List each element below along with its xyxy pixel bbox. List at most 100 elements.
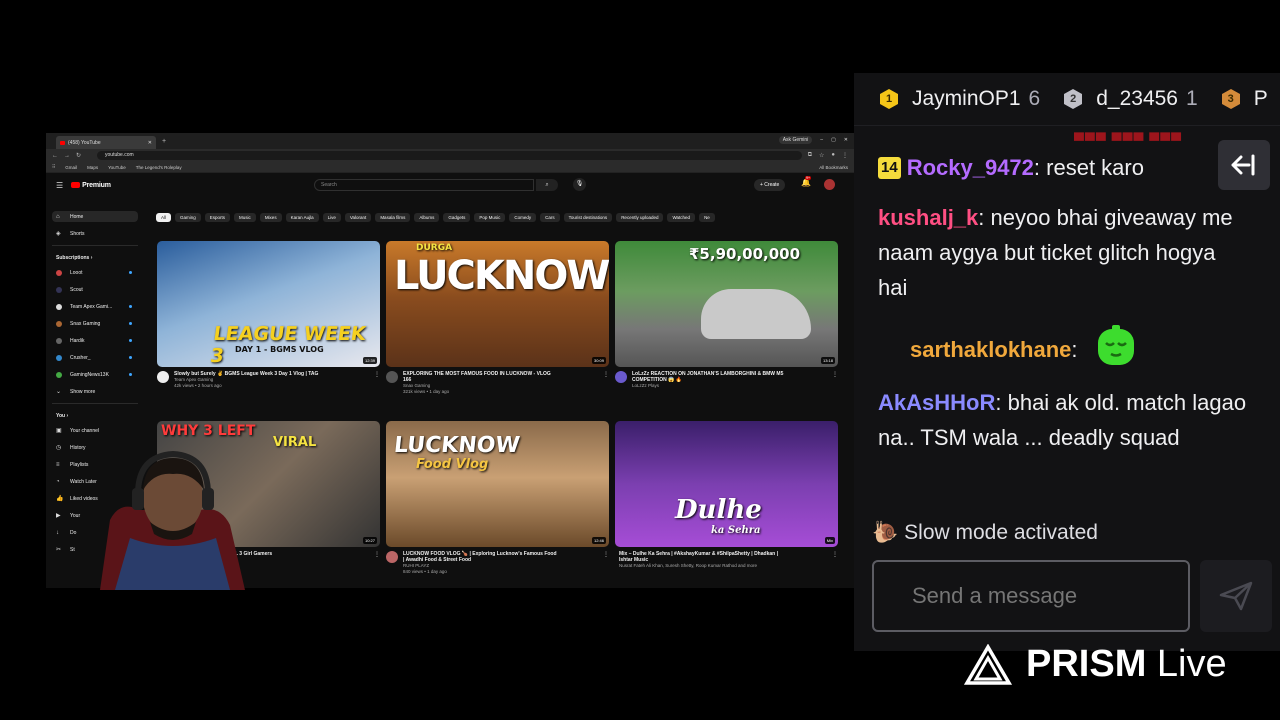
chip[interactable]: Recently uploaded <box>616 213 664 222</box>
clock-icon: ◔ <box>56 478 60 485</box>
chat-username[interactable]: AkAsHHoR <box>878 390 995 415</box>
video-title[interactable]: EXPLORING THE MOST FAMOUS FOOD IN LUCKNO… <box>403 371 551 377</box>
video-thumbnail[interactable]: DURGA LUCKNOW 30:09 <box>386 241 609 367</box>
sidebar-item-home[interactable]: ⌂ Home <box>52 211 138 222</box>
subscription-item[interactable]: Crusher_ <box>52 352 138 363</box>
more-options-icon[interactable]: ⋮ <box>603 371 609 395</box>
more-options-icon[interactable]: ⋮ <box>832 371 838 389</box>
maximize-icon[interactable]: ▢ <box>831 137 836 143</box>
chip[interactable]: Karan Aujla <box>285 213 319 222</box>
chip[interactable]: Music <box>234 213 256 222</box>
video-card[interactable]: ₹5,90,00,000 13:18 LoLzZz REACTION ON JO… <box>615 241 838 389</box>
leaderboard-count: 6 <box>1028 87 1041 110</box>
you-heading[interactable]: You › <box>52 410 146 421</box>
chip[interactable]: Ne <box>699 213 715 222</box>
leaderboard-entry[interactable]: 3 P <box>1220 87 1268 111</box>
leaderboard-entry[interactable]: 2 d_23456 1 <box>1062 87 1198 111</box>
leaderboard-entry[interactable]: 1 JayminOP1 6 <box>878 87 1040 111</box>
chip[interactable]: Valorant <box>344 213 372 222</box>
chat-input-box[interactable] <box>872 560 1200 632</box>
video-meta: 840 views • 1 day ago <box>403 569 447 574</box>
video-card[interactable]: LUCKNOW Food Vlog 12:46 LUCKNOW FOOD VLO… <box>386 421 609 575</box>
video-thumbnail[interactable]: LUCKNOW Food Vlog 12:46 <box>386 421 609 547</box>
chip[interactable]: Esports <box>204 213 231 222</box>
video-card[interactable]: Dulhe ka Sehra Mix Mix – Dulhe Ka Sehra … <box>615 421 838 569</box>
chip[interactable]: Gaming <box>175 213 201 222</box>
sidebar-item-your-channel[interactable]: ▣ Your channel <box>52 425 138 436</box>
chat-username[interactable]: kushalj_k <box>878 205 978 230</box>
chat-message-input[interactable] <box>912 583 1200 609</box>
chip[interactable]: Tourist destinations <box>563 213 613 222</box>
video-thumbnail[interactable]: LEAGUE WEEK 3 DAY 1 - BGMS VLOG 12:39 <box>157 241 380 367</box>
bookmark-youtube[interactable]: YouTube <box>108 165 126 170</box>
more-options-icon[interactable]: ⋮ <box>603 551 609 575</box>
chip[interactable]: Cars <box>540 213 560 222</box>
more-options-icon[interactable]: ⋮ <box>374 551 380 563</box>
chip[interactable]: Watched <box>667 213 696 222</box>
chip[interactable]: Gadgets <box>443 213 471 222</box>
channel-name[interactable]: LoLzZz Plays <box>632 383 783 389</box>
channel-avatar[interactable] <box>386 371 398 383</box>
channel-name[interactable]: Nusrat Fateh Ali Khan, Suresh Shetty, Ro… <box>619 563 778 569</box>
show-more-button[interactable]: ⌄ Show more <box>52 386 138 397</box>
subscription-item[interactable]: Looot <box>52 267 138 278</box>
chip[interactable]: Masala films <box>375 213 411 222</box>
send-button[interactable] <box>1200 560 1272 632</box>
create-button[interactable]: + Create <box>754 179 786 191</box>
chip[interactable]: Albums <box>414 213 440 222</box>
chip[interactable]: Comedy <box>509 213 537 222</box>
subscription-item[interactable]: Team Apex Gami... <box>52 301 138 312</box>
new-tab-button[interactable]: + <box>162 138 166 145</box>
search-icon[interactable]: ⌕ <box>536 179 558 191</box>
subscriptions-heading[interactable]: Subscriptions › <box>52 252 146 263</box>
profile-icon[interactable]: ● <box>831 152 835 159</box>
extension-icon[interactable]: ⧉ <box>808 152 812 159</box>
apps-icon[interactable]: ⠿ <box>52 164 55 170</box>
chip[interactable]: All <box>156 213 172 222</box>
channel-avatar[interactable] <box>157 371 169 383</box>
hamburger-menu-icon[interactable]: ☰ <box>56 181 63 190</box>
chat-leaderboard: 1 JayminOP1 6 2 d_23456 1 3 P <box>854 73 1280 126</box>
chat-username[interactable]: Rocky_9472 <box>907 155 1034 180</box>
close-window-icon[interactable]: ✕ <box>844 137 848 143</box>
close-tab-icon[interactable]: ✕ <box>148 140 152 146</box>
back-icon[interactable]: ← <box>52 153 58 159</box>
subscription-item[interactable]: Hardik <box>52 335 138 346</box>
chip[interactable]: Live <box>322 213 341 222</box>
more-options-icon[interactable]: ⋮ <box>832 551 838 569</box>
chevron-down-icon: ⌄ <box>56 388 62 395</box>
chat-username[interactable]: sarthaklokhane <box>910 337 1071 362</box>
subscription-item[interactable]: Scout <box>52 284 138 295</box>
subscription-item[interactable]: GamingNews13K <box>52 369 138 380</box>
chip[interactable]: Pop Music <box>474 213 506 222</box>
url-field[interactable]: youtube.com <box>97 151 802 160</box>
search-input[interactable]: Search <box>314 179 534 191</box>
reload-icon[interactable]: ↻ <box>76 152 81 159</box>
notifications-bell-icon[interactable]: 🔔 9+ <box>801 176 811 187</box>
video-thumbnail[interactable]: ₹5,90,00,000 13:18 <box>615 241 838 367</box>
all-bookmarks[interactable]: All Bookmarks <box>819 165 848 170</box>
bookmark-star-icon[interactable]: ☆ <box>819 152 824 159</box>
sidebar-item-shorts[interactable]: ◈ Shorts <box>52 228 138 239</box>
bookmark-gmail[interactable]: Gmail <box>65 165 77 170</box>
more-options-icon[interactable]: ⋮ <box>374 371 380 389</box>
chip[interactable]: Mixes <box>259 213 282 222</box>
bookmark-legends[interactable]: The Legend's Roleplay <box>136 165 182 170</box>
browser-tab[interactable]: (458) YouTube ✕ <box>56 136 156 149</box>
collapse-chat-button[interactable] <box>1218 140 1270 190</box>
forward-icon[interactable]: → <box>64 153 70 159</box>
minimize-icon[interactable]: – <box>820 137 823 143</box>
tab-title: (458) YouTube <box>68 139 101 146</box>
ask-gemini-button[interactable]: Ask Gemini <box>778 136 813 144</box>
subscription-item[interactable]: Snax Gaming <box>52 318 138 329</box>
avatar[interactable] <box>824 179 835 190</box>
channel-avatar[interactable] <box>615 371 627 383</box>
bookmark-maps[interactable]: Maps <box>87 165 98 170</box>
channel-avatar[interactable] <box>386 551 398 563</box>
youtube-logo[interactable]: Premium <box>71 182 111 189</box>
microphone-icon[interactable]: 🎙 <box>573 178 586 191</box>
video-card[interactable]: LEAGUE WEEK 3 DAY 1 - BGMS VLOG 12:39 Sl… <box>157 241 380 389</box>
video-card[interactable]: DURGA LUCKNOW 30:09 EXPLORING THE MOST F… <box>386 241 609 395</box>
browser-menu-icon[interactable]: ⋮ <box>842 152 848 159</box>
video-thumbnail[interactable]: Dulhe ka Sehra Mix <box>615 421 838 547</box>
